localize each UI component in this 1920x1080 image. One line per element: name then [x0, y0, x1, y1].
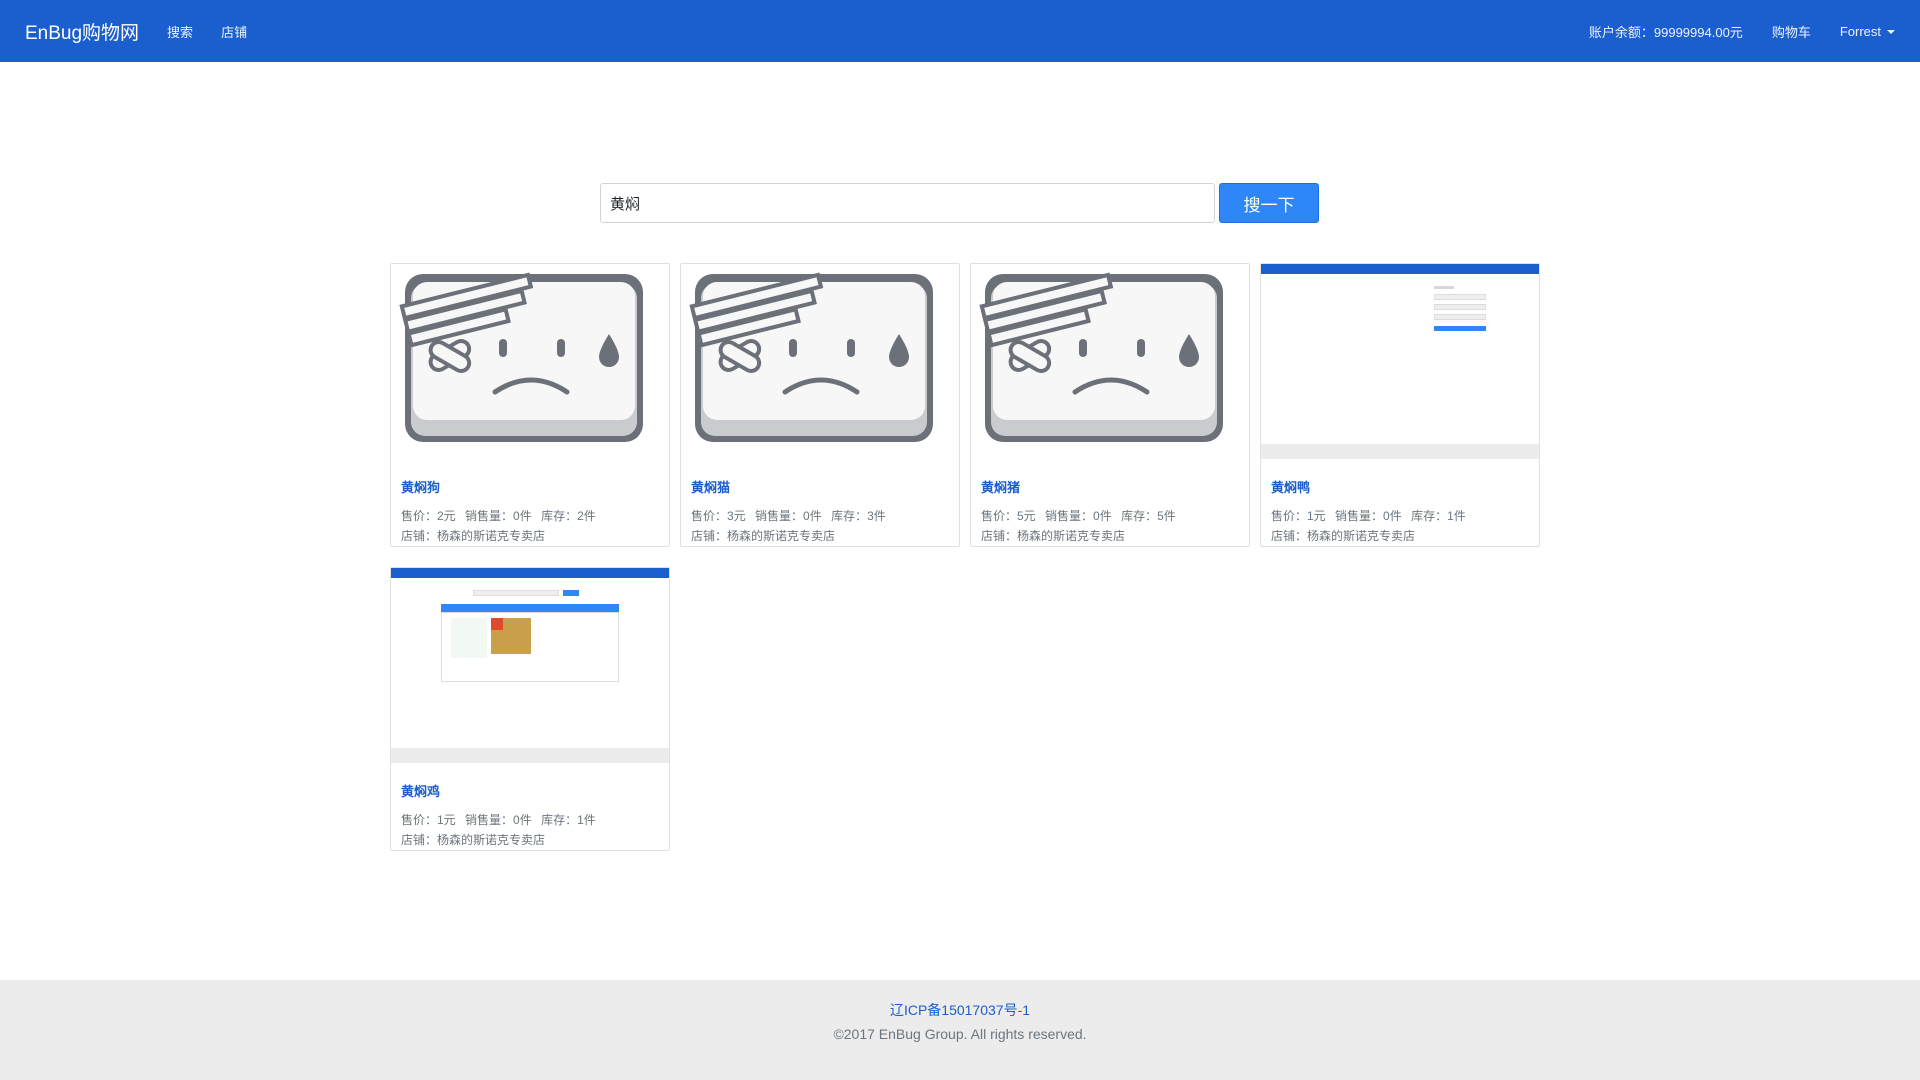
top-navbar: EnBug购物网 搜索 店铺 账户余额：99999994.00元 购物车 For…: [0, 0, 1920, 62]
product-meta: 售价：1元 销售量：0件 库存：1件: [401, 811, 602, 828]
product-image[interactable]: [391, 264, 669, 459]
product-sales: 销售量：0件: [465, 509, 532, 523]
caret-down-icon: [1887, 30, 1895, 35]
product-sales: 销售量：0件: [755, 509, 822, 523]
product-sales: 销售量：0件: [1045, 509, 1112, 523]
product-title-link[interactable]: 黄焖猪: [981, 477, 1020, 496]
product-card[interactable]: 黄焖狗 售价：2元 销售量：0件 库存：2件 店铺：杨森的斯诺克专卖店: [390, 263, 670, 547]
product-title-link[interactable]: 黄焖鸭: [1271, 477, 1310, 496]
page-footer: 辽ICP备15017037号-1 ©2017 EnBug Group. All …: [0, 980, 1920, 1080]
product-card[interactable]: 黄焖猪 售价：5元 销售量：0件 库存：5件 店铺：杨森的斯诺克专卖店: [970, 263, 1250, 547]
product-title-link[interactable]: 黄焖鸡: [401, 781, 440, 800]
product-title-link[interactable]: 黄焖狗: [401, 477, 440, 496]
search-page-screenshot: [391, 568, 669, 763]
user-menu-dropdown[interactable]: Forrest: [1840, 24, 1895, 39]
product-price: 售价：1元: [1271, 509, 1326, 523]
search-form: 搜一下: [600, 183, 1319, 223]
product-sales: 销售量：0件: [1335, 509, 1402, 523]
broken-image-icon: [689, 272, 933, 442]
product-shop: 店铺：杨森的斯诺克专卖店: [691, 529, 836, 543]
nav-right-group: 账户余额：99999994.00元 购物车 Forrest: [1560, 22, 1895, 41]
product-meta: 售价：3元 销售量：0件 库存：3件: [691, 507, 892, 524]
brand-logo-link[interactable]: EnBug购物网: [25, 18, 139, 45]
product-price: 售价：1元: [401, 813, 456, 827]
cart-link[interactable]: 购物车: [1772, 22, 1811, 41]
product-shop: 店铺：杨森的斯诺克专卖店: [1271, 529, 1416, 543]
account-balance-link[interactable]: 账户余额：99999994.00元: [1589, 22, 1743, 41]
product-meta: 售价：5元 销售量：0件 库存：5件: [981, 507, 1182, 524]
product-image[interactable]: [971, 264, 1249, 459]
product-sales: 销售量：0件: [465, 813, 532, 827]
nav-shop-link[interactable]: 店铺: [221, 22, 247, 41]
product-price: 售价：2元: [401, 509, 456, 523]
product-title-link[interactable]: 黄焖猫: [691, 477, 730, 496]
search-input[interactable]: [600, 183, 1215, 223]
product-stock: 库存：5件: [1121, 509, 1176, 523]
product-stock: 库存：2件: [541, 509, 596, 523]
login-page-screenshot: [1261, 264, 1539, 459]
product-stock: 库存：3件: [831, 509, 886, 523]
nav-search-link[interactable]: 搜索: [167, 22, 193, 41]
product-price: 售价：5元: [981, 509, 1036, 523]
product-shop: 店铺：杨森的斯诺克专卖店: [401, 529, 546, 543]
product-stock: 库存：1件: [541, 813, 596, 827]
product-image[interactable]: [1261, 264, 1539, 459]
product-meta: 售价：2元 销售量：0件 库存：2件: [401, 507, 602, 524]
product-card[interactable]: 黄焖鸡 售价：1元 销售量：0件 库存：1件 店铺：杨森的斯诺克专卖店: [390, 567, 670, 851]
product-card[interactable]: 黄焖鸭 售价：1元 销售量：0件 库存：1件 店铺：杨森的斯诺克专卖店: [1260, 263, 1540, 547]
broken-image-icon: [979, 272, 1223, 442]
product-meta: 售价：1元 销售量：0件 库存：1件: [1271, 507, 1472, 524]
product-price: 售价：3元: [691, 509, 746, 523]
product-card[interactable]: 黄焖猫 售价：3元 销售量：0件 库存：3件 店铺：杨森的斯诺克专卖店: [680, 263, 960, 547]
product-image[interactable]: [681, 264, 959, 459]
search-button[interactable]: 搜一下: [1219, 183, 1319, 223]
product-shop: 店铺：杨森的斯诺克专卖店: [981, 529, 1126, 543]
broken-image-icon: [399, 272, 643, 442]
product-image[interactable]: [391, 568, 669, 763]
product-stock: 库存：1件: [1411, 509, 1466, 523]
copyright-text: ©2017 EnBug Group. All rights reserved.: [833, 1026, 1087, 1042]
icp-link[interactable]: 辽ICP备15017037号-1: [0, 1000, 1920, 1020]
user-name: Forrest: [1839, 23, 1881, 39]
product-shop: 店铺：杨森的斯诺克专卖店: [401, 833, 546, 847]
